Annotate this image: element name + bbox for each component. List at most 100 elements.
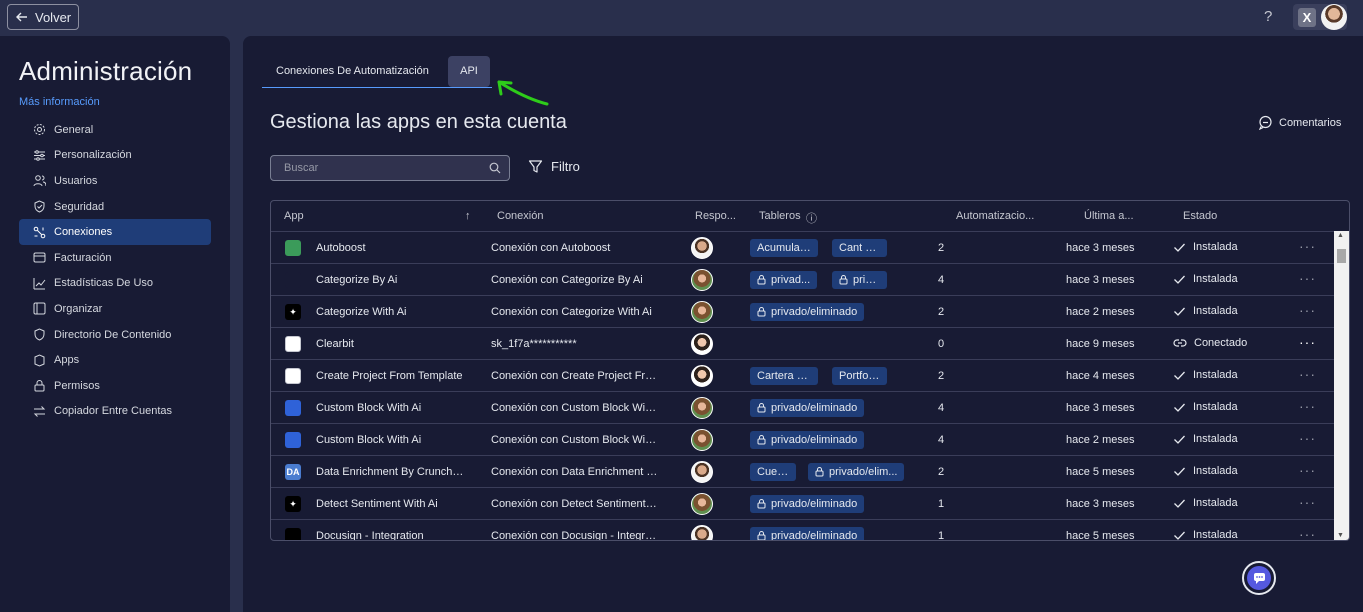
- table-row[interactable]: Clearbit sk_1f7a*********** 0 hace 9 meses C…: [271, 327, 1349, 359]
- owner-avatar[interactable]: [691, 429, 713, 451]
- board-chip[interactable]: privad...: [832, 271, 887, 289]
- check-icon: [1174, 371, 1185, 380]
- owner-avatar[interactable]: [691, 525, 713, 540]
- search-input[interactable]: [271, 156, 471, 180]
- app-name[interactable]: Detect Sentiment With Ai: [316, 498, 466, 510]
- info-icon[interactable]: ⓘ: [806, 210, 817, 226]
- app-name[interactable]: Autoboost: [316, 242, 466, 254]
- sidebar-item-directorio-de-contenido[interactable]: Directorio De Contenido: [19, 322, 211, 348]
- connection-name[interactable]: Conexión con Custom Block With Ai: [491, 434, 659, 446]
- board-chip[interactable]: Portfolio ...: [832, 367, 887, 385]
- app-name[interactable]: Categorize With Ai: [316, 306, 466, 318]
- more-options-icon[interactable]: ···: [1299, 366, 1316, 382]
- account-switcher[interactable]: X: [1293, 4, 1347, 30]
- feedback-button[interactable]: Comentarios: [1258, 115, 1341, 130]
- sidebar-item-organizar[interactable]: Organizar: [19, 296, 211, 322]
- owner-avatar[interactable]: [691, 301, 713, 323]
- tab-automation-connections[interactable]: Conexiones De Automatización: [276, 56, 429, 87]
- sidebar-item-facturación[interactable]: Facturación: [19, 245, 211, 271]
- table-row[interactable]: Create Project From Template Conexión con…: [271, 359, 1349, 391]
- app-name[interactable]: Custom Block With Ai: [316, 434, 466, 446]
- sort-asc-icon[interactable]: ↑: [465, 210, 471, 222]
- help-icon[interactable]: ?: [1264, 8, 1272, 25]
- sidebar-item-apps[interactable]: Apps: [19, 347, 211, 373]
- more-options-icon[interactable]: ···: [1299, 398, 1316, 414]
- sidebar-item-copiador-entre-cuentas[interactable]: Copiador Entre Cuentas: [19, 399, 211, 425]
- connection-name[interactable]: Conexión con Categorize By Ai: [491, 274, 659, 286]
- table-row[interactable]: Autoboost Conexión con Autoboost Acumulado…: [271, 231, 1349, 263]
- board-chip[interactable]: privado/eliminado: [750, 495, 865, 513]
- more-options-icon[interactable]: ···: [1299, 302, 1316, 318]
- col-owner[interactable]: Respo...: [695, 210, 736, 222]
- sidebar-item-seguridad[interactable]: Seguridad: [19, 194, 211, 220]
- connection-name[interactable]: Conexión con Detect Sentiment With Ai: [491, 498, 659, 510]
- sidebar-item-usuarios[interactable]: Usuarios: [19, 168, 211, 194]
- board-chip[interactable]: privado/eliminado: [750, 431, 865, 449]
- more-options-icon[interactable]: ···: [1299, 526, 1316, 540]
- board-chip[interactable]: privad...: [750, 271, 818, 289]
- app-name[interactable]: Custom Block With Ai: [316, 402, 466, 414]
- more-options-icon[interactable]: ···: [1299, 430, 1316, 446]
- sidebar-item-conexiones[interactable]: Conexiones: [19, 219, 211, 245]
- board-chip[interactable]: Cartera d...: [750, 367, 818, 385]
- board-chip[interactable]: privado/eliminado: [750, 399, 865, 417]
- more-options-icon[interactable]: ···: [1299, 494, 1316, 510]
- scrollbar-thumb[interactable]: [1337, 249, 1346, 263]
- owner-avatar[interactable]: [691, 365, 713, 387]
- col-last-activity[interactable]: Última a...: [1084, 210, 1134, 222]
- scrollbar[interactable]: ▲ ▼: [1334, 231, 1349, 540]
- more-options-icon[interactable]: ···: [1299, 270, 1316, 286]
- app-name[interactable]: Data Enrichment By Crunchbase: [316, 466, 466, 478]
- table-row[interactable]: Custom Block With Ai Conexión con Custom …: [271, 423, 1349, 455]
- sidebar-item-general[interactable]: General: [19, 117, 211, 143]
- more-options-icon[interactable]: ···: [1299, 238, 1316, 254]
- sidebar-item-permisos[interactable]: Permisos: [19, 373, 211, 399]
- owner-avatar[interactable]: [691, 237, 713, 259]
- scroll-up-icon[interactable]: ▲: [1337, 232, 1344, 239]
- board-chip[interactable]: privado/elim...: [808, 463, 905, 481]
- filter-button[interactable]: Filtro: [528, 159, 580, 174]
- col-connection[interactable]: Conexión: [497, 210, 543, 222]
- sidebar-item-personalización[interactable]: Personalización: [19, 143, 211, 169]
- owner-avatar[interactable]: [691, 269, 713, 291]
- board-chip[interactable]: Acumulado: [750, 239, 818, 257]
- connection-name[interactable]: Conexión con Categorize With Ai: [491, 306, 659, 318]
- table-row[interactable]: Custom Block With Ai Conexión con Custom …: [271, 391, 1349, 423]
- app-name[interactable]: Docusign - Integration: [316, 530, 466, 540]
- more-options-icon[interactable]: ···: [1299, 462, 1316, 478]
- board-chip[interactable]: Cuen...: [750, 463, 796, 481]
- back-button[interactable]: Volver: [7, 4, 79, 30]
- more-info-link[interactable]: Más información: [19, 96, 100, 108]
- connection-name[interactable]: Conexión con Create Project From Templat…: [491, 370, 659, 382]
- table-row[interactable]: ✦ Detect Sentiment With Ai Conexión con De…: [271, 487, 1349, 519]
- board-chip[interactable]: privado/eliminado: [750, 303, 865, 321]
- col-app[interactable]: App: [284, 210, 304, 222]
- tab-api[interactable]: API: [448, 56, 490, 87]
- connection-name[interactable]: Conexión con Custom Block With Ai: [491, 402, 659, 414]
- board-chip[interactable]: privado/eliminado: [750, 527, 865, 540]
- col-status[interactable]: Estado: [1183, 210, 1217, 222]
- table-row[interactable]: Categorize By Ai Conexión con Categorize …: [271, 263, 1349, 295]
- connection-name[interactable]: Conexión con Autoboost: [491, 242, 659, 254]
- table-row[interactable]: ✦ Categorize With Ai Conexión con Categori…: [271, 295, 1349, 327]
- connection-name[interactable]: Conexión con Docusign - Integration: [491, 530, 659, 540]
- sidebar-item-estadísticas-de-uso[interactable]: Estadísticas De Uso: [19, 271, 211, 297]
- user-avatar[interactable]: [1321, 4, 1347, 30]
- owner-avatar[interactable]: [691, 333, 713, 355]
- owner-avatar[interactable]: [691, 493, 713, 515]
- board-chip[interactable]: Cant PR: [832, 239, 887, 257]
- app-name[interactable]: Categorize By Ai: [316, 274, 466, 286]
- owner-avatar[interactable]: [691, 397, 713, 419]
- owner-avatar[interactable]: [691, 461, 713, 483]
- table-row[interactable]: Docusign - Integration Conexión con Docus…: [271, 519, 1349, 540]
- connection-name[interactable]: Conexión con Data Enrichment By Crunchba…: [491, 466, 659, 478]
- col-boards[interactable]: Tableros: [759, 210, 801, 222]
- col-automations[interactable]: Automatizacio...: [956, 210, 1034, 222]
- app-name[interactable]: Create Project From Template: [316, 370, 466, 382]
- table-row[interactable]: DA Data Enrichment By Crunchbase Conexión …: [271, 455, 1349, 487]
- scroll-down-icon[interactable]: ▼: [1337, 532, 1344, 539]
- app-name[interactable]: Clearbit: [316, 338, 466, 350]
- connection-name[interactable]: sk_1f7a***********: [491, 338, 659, 350]
- more-options-icon[interactable]: ···: [1299, 334, 1316, 350]
- chat-support-button[interactable]: [1242, 561, 1276, 595]
